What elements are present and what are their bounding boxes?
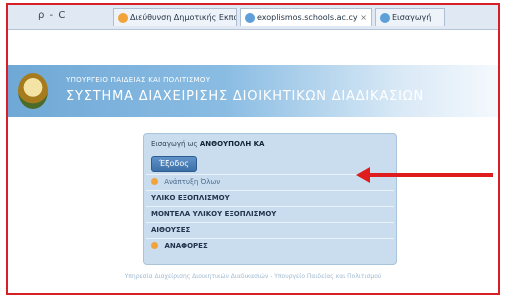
- browser-tab-bar: ρ - C Διεύθυνση Δημοτικής Εκπαίδ... exop…: [8, 5, 498, 30]
- red-arrow-icon: [356, 167, 370, 183]
- menu-item-equipment[interactable]: ΥΛΙΚΟ ΕΞΟΠΛΙΣΜΟΥ: [146, 190, 394, 206]
- web-page: ΥΠΟΥΡΓΕΙΟ ΠΑΙΔΕΙΑΣ ΚΑΙ ΠΟΛΙΤΙΣΜΟΥ ΣΥΣΤΗΜ…: [8, 30, 498, 293]
- ministry-name: ΥΠΟΥΡΓΕΙΟ ΠΑΙΔΕΙΑΣ ΚΑΙ ΠΟΛΙΤΙΣΜΟΥ: [66, 76, 211, 84]
- system-title: ΣΥΣΤΗΜΑ ΔΙΑΧΕΙΡΙΣΗΣ ΔΙΟΙΚΗΤΙΚΩΝ ΔΙΑΔΙΚΑΣ…: [66, 89, 424, 104]
- page-icon: [245, 13, 255, 23]
- login-user: ΑΝΘΟΥΠΟΛΗ ΚΑ: [199, 140, 265, 148]
- login-menu-panel: Εισαγωγή ως ΑΝΘΟΥΠΟΛΗ ΚΑ Έξοδος Ανάπτυξη…: [143, 133, 397, 265]
- site-header: ΥΠΟΥΡΓΕΙΟ ΠΑΙΔΕΙΑΣ ΚΑΙ ΠΟΛΙΤΙΣΜΟΥ ΣΥΣΤΗΜ…: [8, 65, 498, 117]
- menu-item-rooms[interactable]: ΑΙΘΟΥΣΕΣ: [146, 222, 394, 238]
- menu-label: ΥΛΙΚΟ ΕΞΟΠΛΙΣΜΟΥ: [151, 194, 230, 202]
- red-arrow-shaft: [365, 173, 493, 177]
- browser-tab-3[interactable]: Εισαγωγή: [375, 8, 445, 26]
- tab-title: exoplismos.schools.ac.cy: [257, 13, 358, 22]
- browser-tab-2[interactable]: exoplismos.schools.ac.cy ×: [240, 8, 372, 26]
- orange-bullet-icon: [151, 242, 158, 249]
- tab-title: Διεύθυνση Δημοτικής Εκπαίδ...: [130, 13, 237, 22]
- orange-bullet-icon: [151, 178, 158, 185]
- menu-label: ΑΙΘΟΥΣΕΣ: [151, 226, 191, 234]
- site-icon: [118, 13, 128, 23]
- menu-label: ΜΟΝΤΕΛΑ ΥΛΙΚΟΥ ΕΞΟΠΛΙΣΜΟΥ: [151, 210, 277, 218]
- cyprus-crest-logo: [18, 73, 48, 109]
- browser-tab-1[interactable]: Διεύθυνση Δημοτικής Εκπαίδ...: [113, 8, 237, 26]
- page-icon: [380, 13, 390, 23]
- page-footer: Υπηρεσία Διαχείρισης Διοικητικών Διαδικα…: [124, 273, 382, 280]
- browser-nav-controls[interactable]: ρ - C: [38, 10, 66, 21]
- menu-label: Ανάπτυξη Όλων: [164, 178, 221, 186]
- logout-button[interactable]: Έξοδος: [151, 156, 197, 172]
- screenshot-frame: ρ - C Διεύθυνση Δημοτικής Εκπαίδ... exop…: [6, 3, 500, 295]
- login-prefix: Εισαγωγή ως: [151, 140, 198, 148]
- login-status: Εισαγωγή ως ΑΝΘΟΥΠΟΛΗ ΚΑ: [151, 140, 264, 148]
- menu-item-equipment-models[interactable]: ΜΟΝΤΕΛΑ ΥΛΙΚΟΥ ΕΞΟΠΛΙΣΜΟΥ: [146, 206, 394, 222]
- tab-title: Εισαγωγή: [392, 13, 432, 22]
- close-icon[interactable]: ×: [360, 9, 367, 26]
- menu-item-reports[interactable]: ΑΝΑΦΟΡΕΣ: [146, 238, 394, 254]
- menu-label: ΑΝΑΦΟΡΕΣ: [164, 242, 208, 250]
